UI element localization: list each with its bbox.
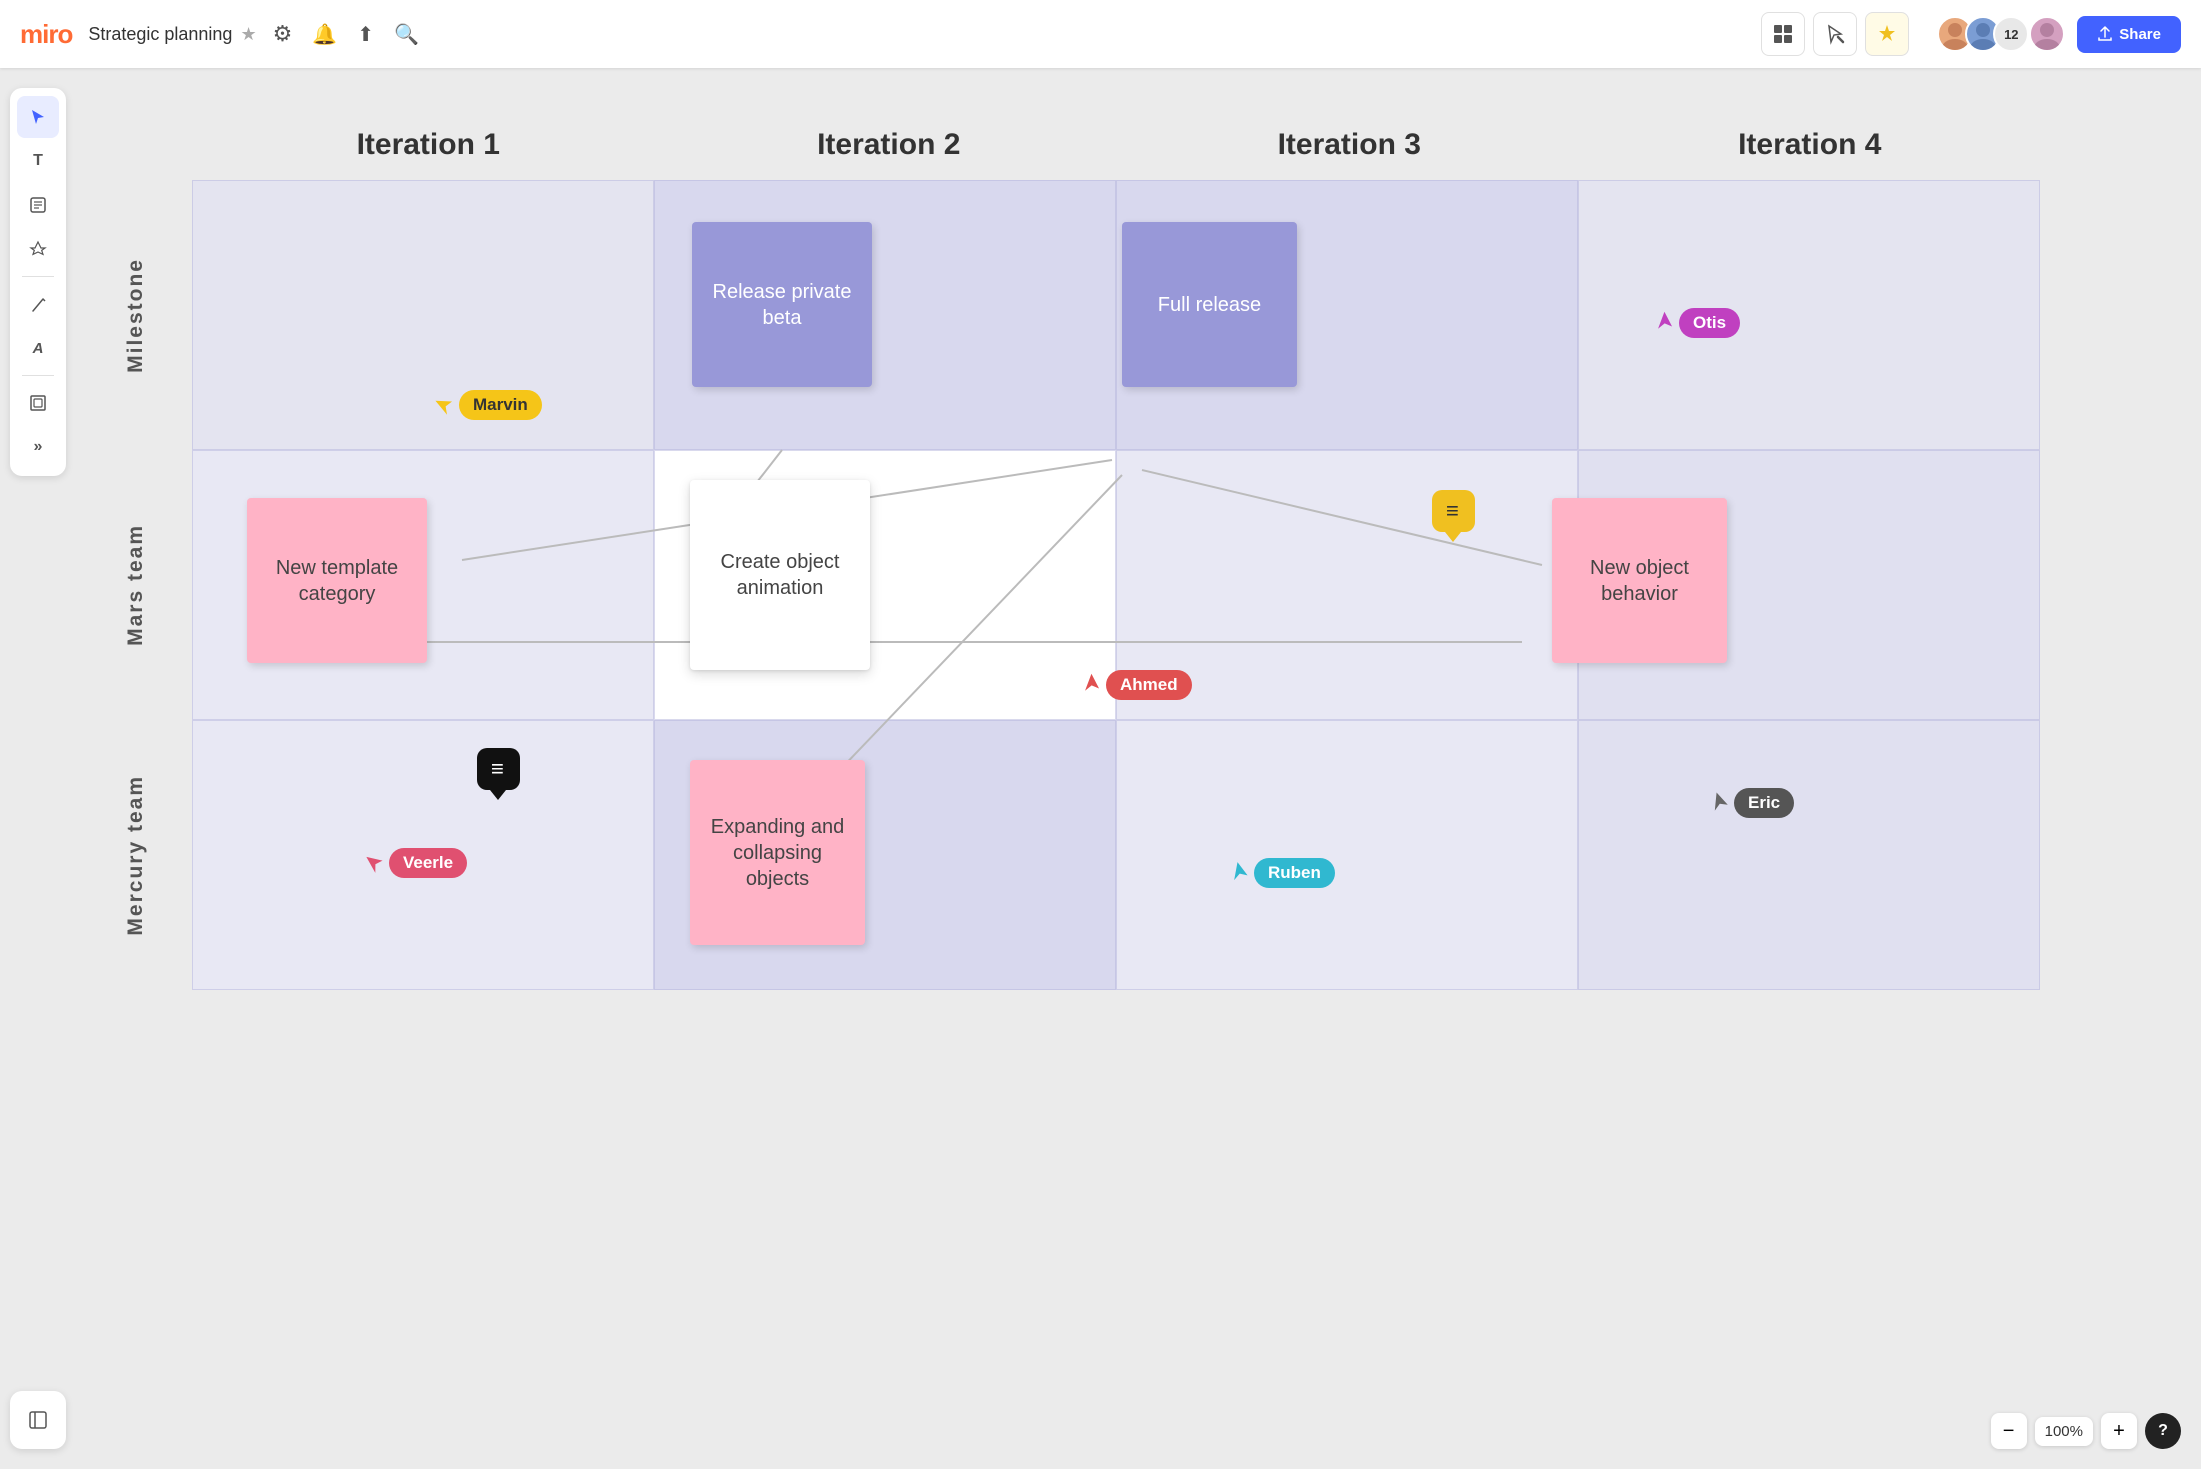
marker-tool[interactable]: A [17,327,59,369]
cursor-otis: Otis [1657,308,1740,338]
cell-0-3 [1578,180,2040,450]
left-toolbar: T A » [10,88,66,476]
iteration-1-header: Iteration 1 [198,118,659,180]
toolbar-divider-1 [22,276,54,277]
cursor-label-ruben: Ruben [1254,858,1335,888]
star-icon[interactable]: ★ [240,24,256,45]
topbar-left: miro Strategic planning ★ ⚙ 🔔 ⬆ 🔍 [20,19,1761,50]
sidebar-toggle[interactable] [17,1399,59,1441]
cursor-marvin: Marvin [437,390,542,420]
cell-0-0 [192,180,654,450]
grid: Release private beta Full release New te… [192,180,2040,990]
project-name: Strategic planning [88,24,232,45]
row-label-mars: Mars team [80,450,192,720]
topbar-icons: ⚙ 🔔 ⬆ 🔍 [273,21,419,47]
notifications-icon[interactable]: 🔔 [312,22,337,47]
toolbar-divider-2 [22,375,54,376]
row-labels: Milestone Mars team Mercury team [80,180,192,990]
shapes-tool[interactable] [17,228,59,270]
iteration-headers: Iteration 1 Iteration 2 Iteration 3 Iter… [198,118,2040,180]
pen-tool[interactable] [17,283,59,325]
sticky-expanding-collapsing[interactable]: Expanding and collapsing objects [690,760,865,945]
zoom-out-button[interactable]: − [1991,1413,2027,1449]
message-bubble-yellow: ≡ [1432,490,1475,532]
row-label-milestone: Milestone [80,180,192,450]
sticky-full-release[interactable]: Full release [1122,222,1297,387]
cursor-label-veerle: Veerle [389,848,467,878]
text-tool[interactable]: T [17,140,59,182]
magic-icon-btn[interactable] [1865,12,1909,56]
cursor-ahmed: Ahmed [1084,670,1192,700]
cursor-label-otis: Otis [1679,308,1740,338]
project-title[interactable]: Strategic planning ★ [88,24,256,45]
sticky-create-object-animation[interactable]: Create object animation [690,480,870,670]
select-tool[interactable] [17,96,59,138]
grid-area: Milestone Mars team Mercury team [80,180,2040,990]
sticky-new-object-behavior[interactable]: New object behavior [1552,498,1727,663]
message-bubble-black: ≡ [477,748,520,790]
help-button[interactable]: ? [2145,1413,2181,1449]
cursor-eric: Eric [1712,788,1794,818]
board: Iteration 1 Iteration 2 Iteration 3 Iter… [80,118,2040,990]
cursor-label-ahmed: Ahmed [1106,670,1192,700]
settings-icon[interactable]: ⚙ [273,21,293,47]
bottom-left-toolbar [10,1391,66,1449]
cell-2-3 [1578,720,2040,990]
more-tools[interactable]: » [17,426,59,468]
topbar: miro Strategic planning ★ ⚙ 🔔 ⬆ 🔍 [0,0,2201,68]
zoom-in-button[interactable]: + [2101,1413,2137,1449]
row-label-mercury: Mercury team [80,720,192,990]
toolbar-top-right [1761,12,1909,56]
avatar-group: 12 [1937,16,2065,52]
avatar-count[interactable]: 12 [1993,16,2029,52]
search-icon[interactable]: 🔍 [394,22,419,47]
canvas[interactable]: Iteration 1 Iteration 2 Iteration 3 Iter… [0,68,2201,1469]
topbar-right: 12 Share [1761,12,2181,56]
cell-2-2 [1116,720,1578,990]
zoom-level: 100% [2035,1417,2093,1446]
iteration-4-header: Iteration 4 [1580,118,2041,180]
share-upload-icon[interactable]: ⬆ [357,22,374,47]
sticky-release-private-beta[interactable]: Release private beta [692,222,872,387]
miro-logo: miro [20,19,72,50]
apps-icon-btn[interactable] [1761,12,1805,56]
share-button[interactable]: Share [2077,16,2181,53]
cursor-icon-btn[interactable] [1813,12,1857,56]
bottom-right-controls: − 100% + ? [1991,1413,2181,1449]
frame-tool[interactable] [17,382,59,424]
iteration-3-header: Iteration 3 [1119,118,1580,180]
sticky-new-template-category[interactable]: New template category [247,498,427,663]
cursor-label-marvin: Marvin [459,390,542,420]
cursor-ruben: Ruben [1232,858,1335,888]
note-tool[interactable] [17,184,59,226]
cursor-veerle: Veerle [367,848,467,878]
cursor-label-eric: Eric [1734,788,1794,818]
iteration-2-header: Iteration 2 [659,118,1120,180]
avatar-3 [2029,16,2065,52]
